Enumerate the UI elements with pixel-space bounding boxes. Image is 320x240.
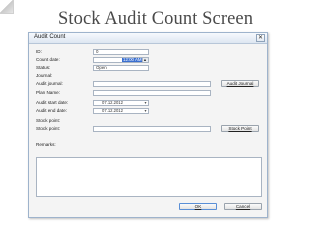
chevron-down-icon[interactable]: ▾ bbox=[143, 109, 148, 113]
id-label: ID: bbox=[36, 49, 42, 54]
status-field[interactable]: Open bbox=[93, 65, 149, 71]
chevron-down-icon[interactable]: ▾ bbox=[143, 101, 148, 105]
audit-end-date-picker[interactable]: 07.12.2012 ▾ bbox=[93, 108, 149, 114]
audit-start-date-picker[interactable]: 07.12.2012 ▾ bbox=[93, 100, 149, 106]
audit-journal-button[interactable]: Audit Journal bbox=[221, 80, 259, 87]
cancel-button[interactable]: Cancel bbox=[224, 203, 262, 210]
audit-journal-label: Audit journal: bbox=[36, 81, 63, 86]
audit-start-date-value: 07.12.2012 bbox=[102, 100, 123, 105]
status-label: Status: bbox=[36, 65, 51, 70]
audit-count-window: Audit Count ✕ ID: 0 Count date: 12:00 AM… bbox=[28, 32, 268, 218]
stock-point-section-label: Stock point: bbox=[36, 118, 61, 123]
slide-title: Stock Audit Count Screen bbox=[58, 9, 254, 29]
stock-point-label: Stock point: bbox=[36, 126, 61, 131]
ok-button[interactable]: OK bbox=[179, 203, 217, 210]
plan-name-field[interactable] bbox=[93, 90, 211, 96]
count-date-field[interactable]: 12:00 AM ▲▼ bbox=[93, 57, 149, 63]
plan-name-label: Plan Name: bbox=[36, 90, 61, 95]
window-title: Audit Count bbox=[34, 34, 66, 40]
stock-point-field[interactable] bbox=[93, 126, 211, 132]
audit-start-date-label: Audit start date: bbox=[36, 100, 69, 105]
remarks-label: Remarks: bbox=[36, 142, 56, 147]
count-date-label: Count date: bbox=[36, 57, 60, 62]
count-date-value: 12:00 AM bbox=[122, 57, 143, 62]
journal-section-label: Journal: bbox=[36, 73, 53, 78]
close-icon[interactable]: ✕ bbox=[256, 34, 265, 42]
window-titlebar: Audit Count ✕ bbox=[29, 33, 267, 44]
id-field[interactable]: 0 bbox=[93, 49, 149, 55]
slide-corner-decoration bbox=[0, 0, 14, 14]
audit-journal-field[interactable] bbox=[93, 81, 211, 87]
remarks-textarea[interactable] bbox=[36, 157, 262, 197]
audit-end-date-value: 07.12.2012 bbox=[102, 108, 123, 113]
audit-end-date-label: Audit end date: bbox=[36, 108, 67, 113]
time-spin-icon[interactable]: ▲▼ bbox=[142, 58, 148, 62]
stock-point-button[interactable]: Stock Point bbox=[221, 125, 259, 132]
